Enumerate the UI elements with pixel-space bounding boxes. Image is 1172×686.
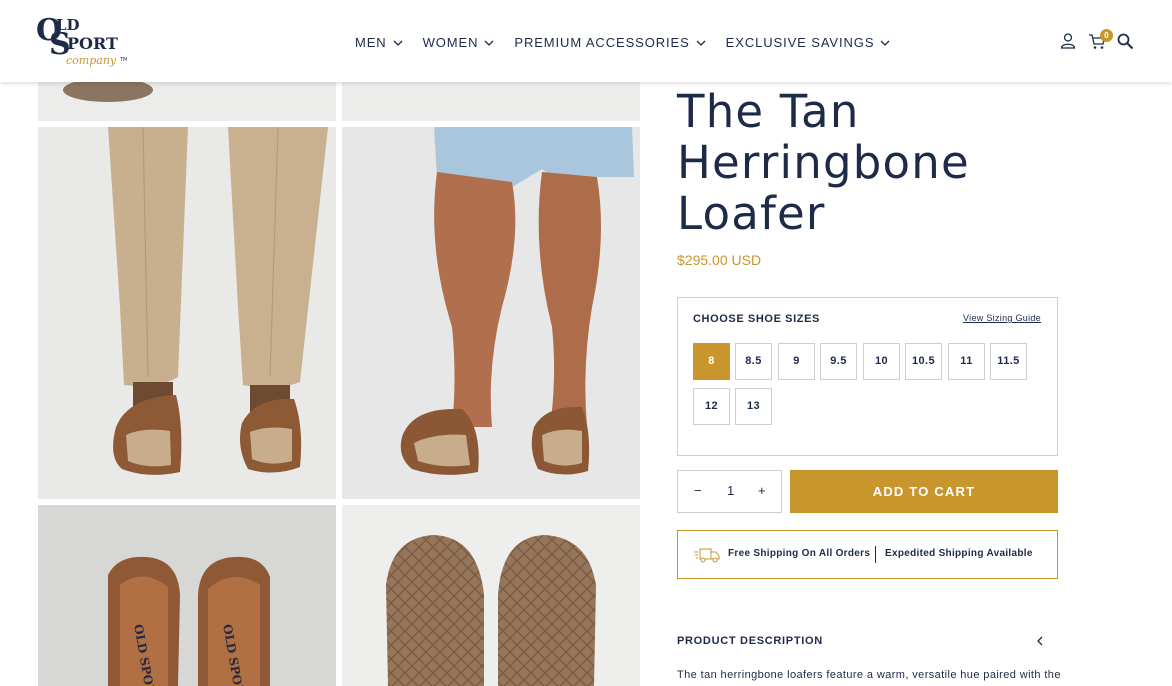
site-header: O LD S PORT company TM MEN WOMEN PREMIUM… <box>0 0 1172 82</box>
product-image-khaki-pants[interactable] <box>38 127 336 499</box>
nav-exclusive-savings[interactable]: EXCLUSIVE SAVINGS <box>726 35 891 50</box>
product-description-heading[interactable]: PRODUCT DESCRIPTION <box>677 635 823 647</box>
nav-men[interactable]: MEN <box>355 35 403 50</box>
product-photo <box>342 505 640 686</box>
nav-premium-accessories-label: PREMIUM ACCESSORIES <box>514 35 690 50</box>
chevron-down-icon <box>393 40 403 46</box>
nav-men-label: MEN <box>355 35 387 50</box>
quantity-stepper: − 1 + <box>677 470 782 513</box>
size-option-8[interactable]: 8 <box>693 343 730 380</box>
expedited-shipping-text: Expedited Shipping Available <box>885 548 1033 559</box>
free-shipping-text: Free Shipping On All Orders <box>728 548 871 559</box>
size-option-8-5[interactable]: 8.5 <box>735 343 772 380</box>
size-option-9[interactable]: 9 <box>778 343 815 380</box>
chevron-left-icon[interactable] <box>1035 635 1045 647</box>
add-to-cart-button[interactable]: ADD TO CART <box>790 470 1058 513</box>
product-image-top-view[interactable]: OLD SPORT OLD SPORT <box>38 505 336 686</box>
chevron-down-icon <box>484 40 494 46</box>
svg-text:TM: TM <box>119 57 127 63</box>
product-price: $295.00 USD <box>677 252 762 268</box>
search-icon[interactable] <box>1117 33 1134 50</box>
size-option-11[interactable]: 11 <box>948 343 985 380</box>
product-photo <box>342 127 640 499</box>
cart-count-badge: 0 <box>1100 29 1113 42</box>
logo-graphic: O LD S PORT company TM <box>36 13 127 67</box>
product-description-text: The tan herringbone loafers feature a wa… <box>677 669 1061 681</box>
quantity-increase-button[interactable]: + <box>758 483 766 498</box>
shipping-banner: Free Shipping On All Orders Expedited Sh… <box>677 530 1058 579</box>
product-title: The Tan Herringbone Loafer <box>677 85 970 240</box>
nav-premium-accessories[interactable]: PREMIUM ACCESSORIES <box>514 35 706 50</box>
product-image-soles[interactable] <box>342 505 640 686</box>
nav-exclusive-savings-label: EXCLUSIVE SAVINGS <box>725 35 875 50</box>
size-option-9-5[interactable]: 9.5 <box>820 343 857 380</box>
product-image-shorts[interactable] <box>342 127 640 499</box>
account-icon[interactable] <box>1060 32 1076 50</box>
product-photo <box>342 76 640 121</box>
product-photo: OLD SPORT OLD SPORT <box>38 505 336 686</box>
size-option-11-5[interactable]: 11.5 <box>990 343 1027 380</box>
svg-text:company: company <box>66 54 117 67</box>
product-image-top-right[interactable] <box>342 76 640 121</box>
sizing-guide-link[interactable]: View Sizing Guide <box>963 313 1041 323</box>
quantity-value[interactable]: 1 <box>727 483 734 498</box>
size-option-10-5[interactable]: 10.5 <box>905 343 942 380</box>
chevron-down-icon <box>696 40 706 46</box>
shipping-divider <box>875 546 876 563</box>
delivery-truck-icon <box>694 548 720 563</box>
old-sport-logo[interactable]: O LD S PORT company TM <box>36 13 128 68</box>
main-nav: MEN WOMEN PREMIUM ACCESSORIES EXCLUSIVE … <box>355 35 910 50</box>
nav-women-label: WOMEN <box>422 35 479 50</box>
product-photo <box>38 127 336 499</box>
svg-text:PORT: PORT <box>67 34 118 53</box>
nav-women[interactable]: WOMEN <box>423 35 495 50</box>
chevron-down-icon <box>880 40 890 46</box>
size-selector: CHOOSE SHOE SIZES View Sizing Guide 8 8.… <box>677 297 1058 456</box>
quantity-decrease-button[interactable]: − <box>694 483 702 498</box>
size-option-13[interactable]: 13 <box>735 388 772 425</box>
size-selector-label: CHOOSE SHOE SIZES <box>693 313 820 325</box>
product-photo <box>38 76 336 121</box>
size-option-10[interactable]: 10 <box>863 343 900 380</box>
size-option-12[interactable]: 12 <box>693 388 730 425</box>
product-image-top-left[interactable] <box>38 76 336 121</box>
